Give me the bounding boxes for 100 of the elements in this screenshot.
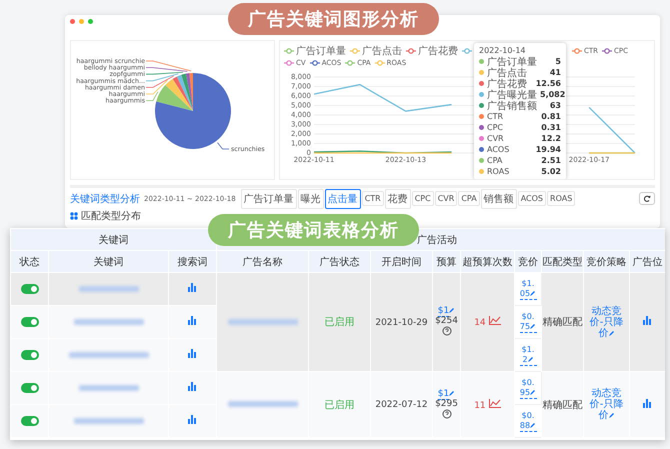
match-type: 精确匹配 — [542, 400, 583, 410]
trend-icon[interactable] — [488, 316, 501, 325]
metric-tab[interactable]: 花费 — [384, 188, 411, 208]
bar-chart-icon[interactable] — [643, 316, 652, 325]
help-icon[interactable] — [442, 408, 452, 418]
metric-tab[interactable]: 广告订单量 — [240, 188, 297, 208]
legend-line-icon[interactable] — [572, 48, 582, 54]
bar-chart-icon[interactable] — [188, 382, 197, 391]
legend-line-icon[interactable] — [310, 60, 320, 66]
maximize-icon[interactable] — [88, 19, 93, 24]
legend-label[interactable]: 广告点击 — [362, 44, 402, 58]
metric-tab[interactable]: ACOS — [518, 191, 546, 206]
tooltip-value: 2.51 — [541, 156, 561, 165]
column-header: 广告名称 — [216, 250, 309, 272]
over-budget-count: 14 — [474, 318, 486, 328]
budget-total: $295 — [434, 398, 459, 408]
blurred-keyword — [74, 318, 144, 324]
metric-tab[interactable]: 曝光 — [298, 188, 324, 208]
group-header: 关键词 — [10, 228, 217, 250]
budget-total: $254 — [434, 316, 459, 326]
tooltip-value: 63 — [550, 101, 561, 110]
metric-tab[interactable]: ROAS — [547, 191, 576, 206]
edit-icon[interactable] — [528, 356, 534, 362]
metric-tab[interactable]: CVR — [434, 191, 458, 206]
legend-line-icon[interactable] — [345, 60, 356, 66]
edit-icon[interactable] — [530, 290, 536, 296]
status-toggle[interactable] — [20, 382, 38, 393]
refresh-icon[interactable] — [643, 194, 651, 202]
legend-line-icon[interactable] — [406, 48, 416, 54]
column-header: 预算 — [432, 250, 461, 272]
column-header: 竞价策略 — [584, 250, 630, 272]
bar-chart-icon[interactable] — [188, 283, 197, 292]
bar-chart-icon[interactable] — [643, 398, 652, 408]
metric-tab[interactable]: 销售额 — [480, 188, 517, 208]
tooltip-label: CPA — [487, 156, 504, 165]
metric-tab[interactable]: 点击量 — [324, 188, 361, 208]
blurred-keyword — [74, 418, 144, 424]
tooltip-label: 广告花费 — [487, 78, 528, 90]
metric-tab[interactable]: CPC — [412, 191, 434, 206]
tooltip-value: 5.02 — [541, 167, 561, 176]
tooltip-value: 19.94 — [536, 145, 561, 154]
blurred-ad-name — [228, 318, 298, 324]
status-toggle[interactable] — [20, 284, 38, 294]
edit-icon[interactable] — [530, 388, 536, 394]
column-header: 广告位 — [630, 250, 665, 272]
column-header: 匹配类型 — [542, 250, 584, 272]
legend-line-icon[interactable] — [284, 48, 294, 54]
legend-label[interactable]: 广告花费 — [418, 44, 458, 58]
edit-icon[interactable] — [449, 390, 456, 396]
column-header: 超预算次数 — [460, 250, 515, 272]
refresh-button[interactable] — [639, 192, 655, 205]
edit-icon[interactable] — [608, 412, 615, 418]
column-header: 竞价 — [514, 250, 542, 272]
bar-chart-icon[interactable] — [188, 349, 197, 358]
edit-icon[interactable] — [530, 322, 536, 328]
tooltip-label: 广告点击 — [487, 66, 528, 78]
tooltip-label: 广告订单量 — [487, 56, 538, 68]
metric-tab[interactable]: CTR — [362, 191, 384, 206]
status-toggle[interactable] — [20, 416, 38, 426]
edit-icon[interactable] — [608, 330, 615, 336]
column-header: 开启时间 — [370, 250, 433, 272]
trend-icon[interactable] — [488, 398, 501, 408]
legend-label[interactable]: 广告订单量 — [296, 44, 346, 58]
section-banner: 广告关键词表格分析 — [208, 214, 419, 246]
section-banner: 广告关键词图形分析 — [228, 3, 439, 35]
ad-status: 已启用 — [324, 317, 355, 328]
section-label: 匹配类型分布 — [81, 210, 141, 223]
edit-icon[interactable] — [449, 307, 456, 313]
legend-line-icon[interactable] — [284, 60, 294, 66]
tooltip-label: ACOS — [487, 145, 510, 154]
start-date: 2021-10-29 — [375, 318, 428, 328]
tooltip-value: 41 — [550, 68, 561, 77]
column-header: 状态 — [10, 250, 48, 272]
edit-icon[interactable] — [530, 422, 536, 428]
match-type: 精确匹配 — [542, 317, 583, 328]
legend-line-icon[interactable] — [602, 48, 612, 54]
tooltip-value: 5 — [555, 57, 561, 66]
legend-line-icon[interactable] — [462, 48, 472, 54]
column-header: 广告状态 — [308, 250, 371, 272]
blurred-ad-name — [228, 401, 298, 407]
tooltip-value: 12.56 — [536, 79, 561, 88]
blurred-keyword — [78, 286, 138, 292]
tooltip-label: ROAS — [487, 167, 510, 176]
blurred-keyword — [78, 384, 138, 390]
status-toggle[interactable] — [20, 350, 38, 360]
status-toggle[interactable] — [20, 316, 38, 327]
bar-chart-icon[interactable] — [188, 316, 197, 325]
ad-status: 已启用 — [324, 400, 355, 410]
tooltip-label: 广告曝光量 — [487, 88, 537, 100]
tooltip-value: 0.31 — [541, 123, 561, 132]
tooltip-value: 5,082 — [540, 90, 566, 99]
bar-chart-icon[interactable] — [188, 415, 197, 424]
start-date: 2022-07-12 — [375, 400, 428, 410]
metric-tab[interactable]: CPA — [458, 191, 480, 206]
column-header: 关键词 — [48, 250, 168, 272]
tooltip-value: 0.81 — [541, 112, 561, 121]
tooltip-label: CTR — [487, 112, 504, 121]
help-icon[interactable] — [442, 326, 452, 336]
close-icon[interactable] — [70, 19, 75, 24]
column-header: 搜索词 — [168, 250, 217, 272]
